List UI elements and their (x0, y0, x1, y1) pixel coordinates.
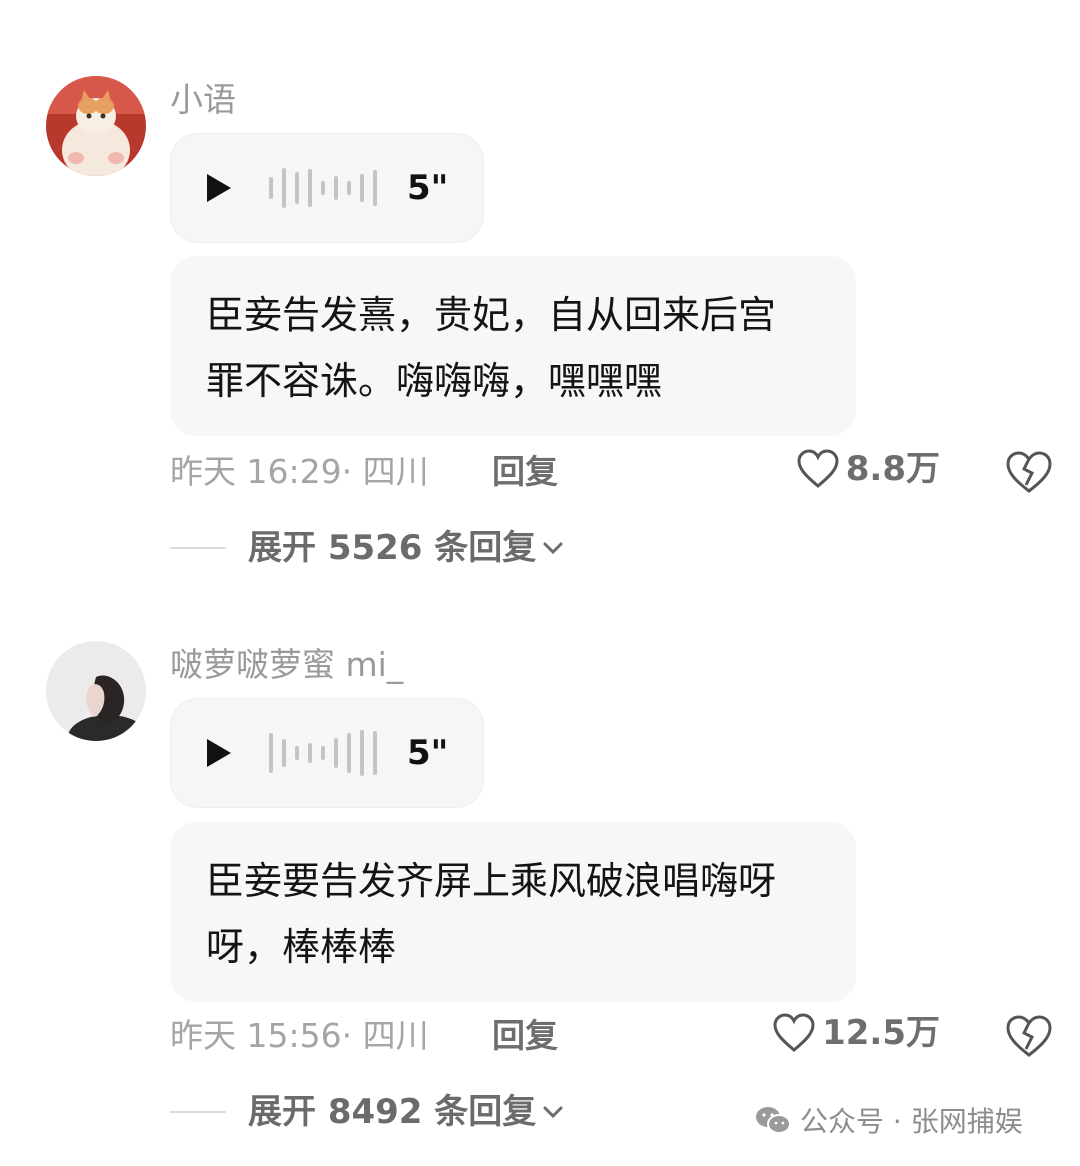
voice-duration: 5" (407, 168, 449, 208)
expand-replies[interactable]: 展开 5526 条回复 (170, 528, 564, 568)
play-icon[interactable] (207, 739, 231, 767)
divider (170, 1111, 226, 1113)
chevron-down-icon[interactable] (542, 541, 564, 555)
voice-transcript: 臣妾告发熹，贵妃，自从回来后宫 罪不容诛。嗨嗨嗨，嘿嘿嘿 (170, 256, 856, 436)
avatar[interactable] (46, 641, 146, 741)
wechat-icon (756, 1107, 791, 1134)
avatar[interactable] (46, 76, 146, 176)
reply-button[interactable]: 回复 (492, 452, 558, 492)
transcript-line: 罪不容诛。嗨嗨嗨，嘿嘿嘿 (206, 359, 663, 403)
reply-button[interactable]: 回复 (492, 1016, 558, 1056)
voice-duration: 5" (407, 733, 449, 773)
watermark: 公众号 · 张网捕娱 (754, 1100, 1023, 1140)
transcript-line: 臣妾要告发齐屏上乘风破浪唱嗨呀 (206, 859, 777, 903)
cat-avatar-icon (46, 76, 146, 176)
like-count: 8.8万 (845, 449, 940, 489)
chevron-down-icon[interactable] (542, 1105, 564, 1119)
voice-message[interactable]: 5" (170, 133, 484, 243)
heart-icon (797, 449, 839, 488)
expand-replies-label[interactable]: 展开 5526 条回复 (248, 528, 536, 568)
expand-replies-label[interactable]: 展开 8492 条回复 (248, 1092, 536, 1132)
username[interactable]: 小语 (170, 80, 236, 120)
transcript-line: 臣妾告发熹，贵妃，自从回来后宫 (206, 293, 777, 337)
username[interactable]: 啵萝啵萝蜜 mi_ (170, 645, 403, 685)
time-location: 昨天 16:29· 四川 (170, 452, 429, 491)
divider (170, 547, 226, 549)
time-location: 昨天 15:56· 四川 (170, 1016, 429, 1055)
transcript-line: 呀，棒棒棒 (206, 925, 397, 969)
play-icon[interactable] (207, 174, 231, 202)
like-button[interactable]: 8.8万 (796, 448, 940, 490)
broken-heart-icon[interactable] (1004, 449, 1054, 495)
girl-avatar-icon (46, 641, 146, 741)
expand-replies[interactable]: 展开 8492 条回复 (170, 1092, 564, 1132)
watermark-text: 公众号 · 张网捕娱 (800, 1105, 1023, 1138)
voice-transcript: 臣妾要告发齐屏上乘风破浪唱嗨呀 呀，棒棒棒 (170, 822, 856, 1002)
heart-icon (773, 1013, 815, 1052)
waveform-icon (269, 729, 377, 777)
like-count: 12.5万 (822, 1013, 940, 1053)
broken-heart-icon[interactable] (1004, 1013, 1054, 1059)
waveform-icon (269, 164, 377, 212)
voice-message[interactable]: 5" (170, 698, 484, 808)
like-button[interactable]: 12.5万 (772, 1012, 940, 1054)
